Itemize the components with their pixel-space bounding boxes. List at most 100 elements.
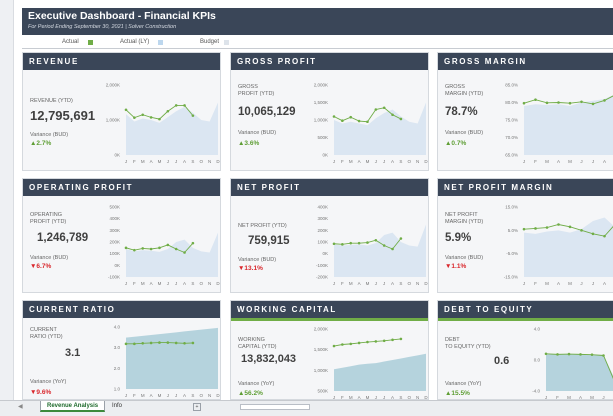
comparison-area [334, 224, 426, 277]
actual-point [544, 352, 548, 356]
x-tick-label: J [383, 281, 385, 286]
y-tick-label: 65.0% [505, 153, 518, 158]
comparison-area [546, 354, 613, 391]
x-tick-label: D [216, 159, 220, 164]
gross-margin-chart: 65.0%70.0%75.0%80.0%85.0%JFMAMJJAS [505, 83, 613, 164]
comparison-area [334, 353, 426, 391]
divider [22, 48, 613, 49]
y-tick-label: 75.0% [505, 118, 518, 123]
kpi-label: REVENUE (YTD) [30, 98, 73, 104]
card-title: NET PROFIT [231, 179, 428, 196]
x-tick-label: D [216, 281, 220, 286]
y-tick-label: 1,000K [314, 118, 328, 123]
tab-info[interactable]: Info [106, 401, 128, 412]
variance-label: Variance (BUD) [238, 257, 277, 263]
x-tick-label: A [391, 281, 394, 286]
card-title: REVENUE [23, 53, 220, 70]
y-tick-label: 0K [114, 263, 120, 268]
legend-actual-ly-label: Actual (LY) [120, 39, 150, 45]
variance-label: Variance (YoY) [445, 381, 482, 387]
x-tick-label: J [167, 281, 169, 286]
variance-label: Variance (BUD) [30, 255, 69, 261]
x-tick-label: M [349, 159, 353, 164]
kpi-label: GROSS PROFIT (YTD) [238, 84, 275, 97]
actual-point [382, 244, 386, 247]
actual-point [534, 98, 537, 101]
x-tick-label: M [158, 393, 162, 398]
y-tick-label: 15.0% [505, 205, 518, 210]
x-tick-label: D [424, 281, 428, 286]
card-title: OPERATING PROFIT [23, 179, 220, 196]
comparison-area [334, 102, 426, 155]
variance-value: ▼6.7% [30, 263, 52, 270]
x-tick-label: D [424, 159, 428, 164]
x-tick-label: A [603, 281, 606, 286]
actual-point [357, 341, 361, 345]
actual-point [357, 119, 361, 123]
actual-point [149, 247, 153, 251]
actual-point [357, 241, 361, 245]
x-tick-label: F [133, 393, 136, 398]
actual-point [174, 104, 178, 107]
y-tick-label: -15.0% [504, 275, 518, 280]
x-tick-label: A [358, 281, 361, 286]
sheet-tab-bar: ◀ Revenue Analysis Info + [0, 400, 613, 416]
kpi-label: WORKING CAPITAL (YTD) [238, 337, 277, 350]
y-tick-label: -4.0 [532, 389, 540, 394]
variance-label: Variance (BUD) [445, 130, 484, 136]
x-tick-label: J [175, 393, 177, 398]
actual-point [133, 116, 136, 119]
card-gross-profit: GROSS PROFIT GROSS PROFIT (YTD) 10,065,1… [230, 52, 429, 171]
actual-point [568, 225, 572, 229]
tab-scroll-left-icon[interactable]: ◀ [18, 403, 23, 410]
x-tick-label: J [333, 281, 335, 286]
actual-point [332, 115, 336, 118]
x-tick-label: N [208, 281, 211, 286]
y-tick-label: 500K [317, 135, 328, 140]
x-tick-label: J [523, 281, 525, 286]
x-tick-label: J [175, 281, 177, 286]
kpi-value: 1,246,789 [37, 232, 89, 244]
kpi-label: OPERATING PROFIT (YTD) [30, 212, 67, 225]
tab-revenue-analysis[interactable]: Revenue Analysis [40, 401, 106, 412]
x-tick-label: M [366, 281, 370, 286]
x-tick-label: O [200, 393, 204, 398]
add-sheet-button[interactable]: + [193, 403, 201, 411]
y-tick-label: 0K [114, 153, 120, 158]
x-tick-label: M [545, 159, 549, 164]
y-tick-label: 2,000K [314, 327, 328, 332]
x-tick-label: J [175, 159, 177, 164]
actual-point [341, 119, 344, 122]
variance-value: ▲56.2% [238, 390, 263, 397]
y-tick-label: -200K [316, 275, 328, 280]
variance-label: Variance (BUD) [30, 132, 69, 138]
y-tick-label: 5.0% [508, 228, 518, 233]
actual-point [545, 101, 549, 105]
horizontal-scrollbar[interactable] [240, 404, 310, 410]
x-tick-label: J [125, 281, 127, 286]
actual-point [603, 234, 606, 238]
y-tick-label: 0K [322, 153, 328, 158]
card-debt-to-equity: DEBT TO EQUITY DEBT TO EQUITY (YTD) 0.6 … [437, 300, 613, 400]
kpi-value: 0.6 [494, 355, 510, 367]
dashboard-header: Executive Dashboard - Financial KPIs For… [22, 8, 613, 35]
y-tick-label: 2,000K [106, 83, 120, 88]
variance-value: ▲3.6% [238, 140, 260, 147]
card-net-profit: NET PROFIT NET PROFIT (YTD) 759,915 Vari… [230, 178, 429, 293]
actual-point [166, 109, 170, 113]
actual-point [133, 342, 136, 346]
y-tick-label: -100K [316, 263, 328, 268]
actual-point [366, 340, 369, 344]
actual-point [349, 115, 353, 119]
x-tick-label: O [200, 281, 204, 286]
card-operating-profit: OPERATING PROFIT OPERATING PROFIT (YTD) … [22, 178, 221, 293]
actual-point [332, 344, 336, 348]
page-subtitle: For Period Ending September 30, 2021 | S… [28, 24, 177, 30]
x-tick-label: M [568, 159, 572, 164]
net-profit-margin-chart: -15.0%-5.0%5.0%15.0%JFMAMJJAS [504, 205, 613, 286]
card-title: CURRENT RATIO [23, 301, 220, 318]
actual-point [174, 247, 178, 251]
variance-value: ▼13.1% [238, 265, 263, 272]
row-header-margin [0, 0, 14, 400]
variance-value: ▲2.7% [30, 140, 52, 147]
